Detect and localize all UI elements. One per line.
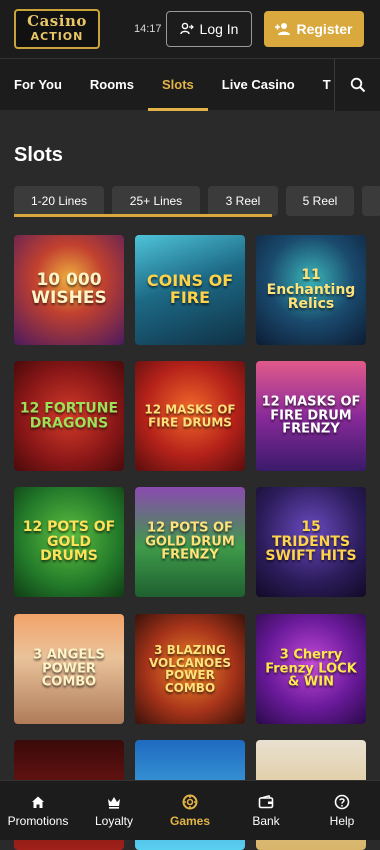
game-tile[interactable]: 3 BLAZING VOLCANOES POWER COMBO bbox=[135, 614, 245, 724]
search-icon bbox=[350, 77, 365, 93]
tab-live-casino[interactable]: Live Casino bbox=[208, 59, 309, 111]
crown-icon bbox=[108, 796, 120, 809]
game-tile[interactable]: 11 Enchanting Relics bbox=[256, 235, 366, 345]
search-button[interactable] bbox=[334, 59, 380, 111]
game-title: 3 Cherry Frenzy LOCK & WIN bbox=[265, 647, 357, 690]
filter-1-20-lines[interactable]: 1-20 Lines bbox=[14, 186, 104, 216]
bottom-nav-label: Loyalty bbox=[94, 813, 134, 828]
game-title: 11 Enchanting Relics bbox=[266, 266, 356, 313]
filter-more[interactable] bbox=[362, 186, 380, 216]
game-tile[interactable]: 3 Cherry Frenzy LOCK & WIN bbox=[256, 614, 366, 724]
bottom-nav-help[interactable]: Help bbox=[304, 781, 380, 840]
tab-slots[interactable]: Slots bbox=[147, 59, 208, 111]
page-title: Slots bbox=[14, 144, 63, 166]
game-tile[interactable]: COINS OF FIRE bbox=[135, 235, 245, 345]
game-tile[interactable]: 12 MASKS OF FIRE DRUMS bbox=[135, 361, 245, 471]
status-time: 14:17 bbox=[134, 23, 162, 35]
tab-rooms[interactable]: Rooms bbox=[76, 59, 148, 111]
bottom-nav-label: Bank bbox=[252, 813, 280, 828]
logo-text-bottom: ACTION bbox=[30, 30, 84, 43]
wallet-icon bbox=[258, 794, 274, 808]
bottom-nav-label: Games bbox=[169, 813, 211, 828]
login-icon bbox=[179, 22, 194, 35]
casino-action-logo[interactable]: Casino ACTION bbox=[14, 9, 100, 49]
filter-active-underline bbox=[14, 214, 272, 217]
bottom-nav-games[interactable]: Games bbox=[152, 781, 228, 840]
help-icon bbox=[334, 794, 350, 809]
bottom-nav-loyalty[interactable]: Loyalty bbox=[76, 781, 152, 840]
game-title: 12 FORTUNE DRAGONS bbox=[19, 400, 119, 431]
game-title: 3 ANGELS POWER COMBO bbox=[33, 647, 105, 690]
register-button[interactable]: Register bbox=[264, 11, 364, 47]
game-title: COINS OF FIRE bbox=[146, 271, 234, 307]
game-tile[interactable]: 15 TRIDENTS SWIFT HITS bbox=[256, 487, 366, 597]
bottom-nav-label: Promotions bbox=[7, 813, 69, 828]
game-tile[interactable]: 12 MASKS OF FIRE DRUM FRENZY bbox=[256, 361, 366, 471]
add-user-icon bbox=[275, 23, 291, 35]
game-title: 3 BLAZING VOLCANOES POWER COMBO bbox=[148, 642, 232, 695]
home-icon bbox=[32, 796, 44, 808]
game-tile[interactable]: 10 000 WISHES bbox=[14, 235, 124, 345]
app-header: Casino ACTION 14:17 Log In Register bbox=[0, 0, 380, 58]
bottom-nav-bank[interactable]: Bank bbox=[228, 781, 304, 840]
bottom-nav-label: Help bbox=[329, 813, 355, 828]
game-tile[interactable]: 12 FORTUNE DRAGONS bbox=[14, 361, 124, 471]
game-title: 15 TRIDENTS SWIFT HITS bbox=[265, 518, 357, 565]
filter-25-plus-lines[interactable]: 25+ Lines bbox=[112, 186, 200, 216]
category-nav: For You Rooms Slots Live Casino T bbox=[0, 58, 380, 111]
tab-for-you[interactable]: For You bbox=[0, 59, 76, 111]
game-title: 12 POTS OF GOLD DRUM FRENZY bbox=[145, 520, 235, 563]
game-tile[interactable]: 12 POTS OF GOLD DRUMS bbox=[14, 487, 124, 597]
game-tile[interactable]: 3 ANGELS POWER COMBO bbox=[14, 614, 124, 724]
game-title: 12 POTS OF GOLD DRUMS bbox=[22, 518, 116, 565]
login-label: Log In bbox=[199, 21, 239, 37]
login-button[interactable]: Log In bbox=[166, 11, 252, 47]
game-title: 10 000 WISHES bbox=[31, 270, 107, 308]
game-title: 12 MASKS OF FIRE DRUMS bbox=[144, 402, 236, 429]
game-title: 12 MASKS OF FIRE DRUM FRENZY bbox=[261, 394, 361, 437]
register-label: Register bbox=[296, 21, 353, 37]
game-tile[interactable]: 12 POTS OF GOLD DRUM FRENZY bbox=[135, 487, 245, 597]
chip-icon bbox=[182, 794, 198, 809]
filter-5-reel[interactable]: 5 Reel bbox=[286, 186, 354, 216]
bottom-nav: Promotions Loyalty Games Bank Help bbox=[0, 780, 380, 840]
bottom-nav-promotions[interactable]: Promotions bbox=[0, 781, 76, 840]
logo-text-top: Casino bbox=[27, 12, 87, 30]
filter-3-reel[interactable]: 3 Reel bbox=[208, 186, 278, 216]
